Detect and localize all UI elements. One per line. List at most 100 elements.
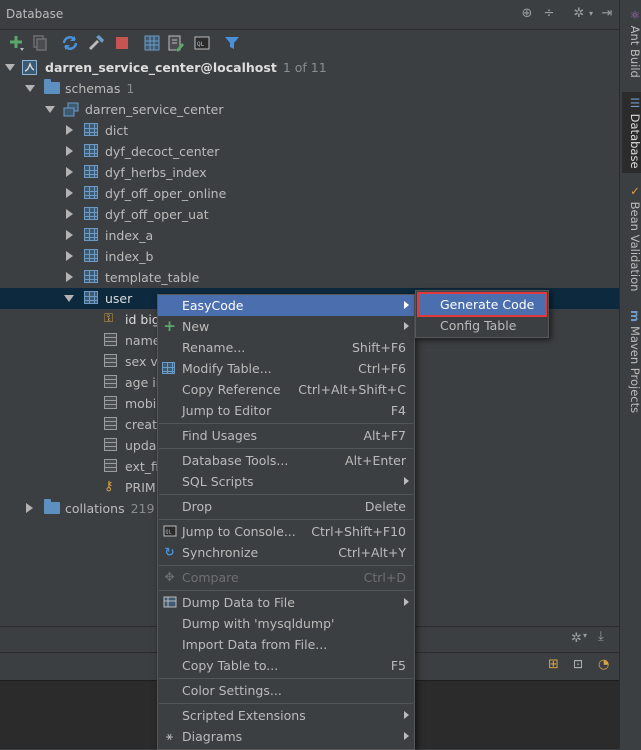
menu-item-sql-scripts[interactable]: SQL Scripts (158, 471, 414, 492)
properties-icon[interactable] (86, 33, 106, 53)
submenu-arrow-icon (404, 598, 409, 606)
menu-item-copy-reference[interactable]: Copy Reference Ctrl+Alt+Shift+C (158, 379, 414, 400)
expand-arrow-icon[interactable] (66, 230, 73, 240)
expand-arrow-icon[interactable] (25, 85, 35, 92)
menu-separator (159, 590, 413, 591)
menu-shortcut: Ctrl+Alt+Y (338, 545, 406, 560)
gear-icon[interactable]: ✲ (571, 631, 582, 646)
table-icon (84, 186, 98, 199)
menu-item-database-tools[interactable]: Database Tools... Alt+Enter (158, 450, 414, 471)
chevron-down-icon[interactable]: ▾ (583, 631, 587, 640)
menu-item-config-table[interactable]: Config Table (419, 315, 545, 336)
tool-tab-maven-projects[interactable]: m Maven Projects (622, 306, 641, 417)
tree-node-connection[interactable]: darren_service_center@localhost 1 of 11 (0, 57, 619, 78)
tool-tab-bean-validation[interactable]: ✓ Bean Validation (622, 180, 641, 295)
tree-node-schemas[interactable]: schemas 1 (0, 78, 619, 99)
menu-item-dump-data[interactable]: Dump Data to File (158, 592, 414, 613)
tool-tab-database[interactable]: ☰ Database (622, 92, 641, 173)
tree-node-table[interactable]: dyf_decoct_center (0, 141, 619, 162)
menu-item-color-settings[interactable]: Color Settings... (158, 680, 414, 701)
menu-shortcut: Alt+F7 (363, 428, 406, 443)
console-icon[interactable]: ⊡ (573, 657, 583, 671)
expand-arrow-icon[interactable] (66, 251, 73, 261)
add-icon[interactable] (6, 33, 26, 53)
gauge-icon[interactable]: ◔ (598, 657, 609, 672)
menu-item-import-data[interactable]: Import Data from File... (158, 634, 414, 655)
expand-arrow-icon[interactable] (66, 188, 73, 198)
tree-node-table[interactable]: dyf_off_oper_uat (0, 204, 619, 225)
menu-item-compare[interactable]: ✥ Compare Ctrl+D (158, 567, 414, 588)
tree-node-table[interactable]: index_a (0, 225, 619, 246)
folder-icon (44, 499, 60, 514)
expand-arrow-icon[interactable] (45, 106, 55, 113)
table-label: index_b (105, 249, 154, 264)
menu-item-easycode[interactable]: EasyCode (158, 295, 414, 316)
chevron-down-icon[interactable]: ▾ (583, 6, 599, 22)
tree-node-table[interactable]: dyf_herbs_index (0, 162, 619, 183)
plus-icon: + (163, 317, 176, 335)
compare-icon: ✥ (164, 570, 175, 584)
menu-item-jump-to-console[interactable]: QL Jump to Console... Ctrl+Shift+F10 (158, 521, 414, 542)
menu-item-label: Modify Table... (182, 361, 272, 376)
expand-arrow-icon[interactable] (66, 209, 73, 219)
table-label: dyf_decoct_center (105, 144, 220, 159)
table-view-icon[interactable] (142, 33, 162, 53)
menu-item-new[interactable]: + New (158, 316, 414, 337)
structure-icon[interactable]: ⊞ (548, 657, 559, 672)
hide-icon[interactable]: ⇥ (599, 6, 615, 22)
right-tool-strip: ⚛ Ant Build ☰ Database ✓ Bean Validation… (619, 0, 641, 748)
ant-icon: ⚛ (628, 8, 641, 26)
menu-item-label: Rename... (182, 340, 246, 355)
expand-arrow-icon[interactable] (64, 295, 74, 302)
menu-shortcut: Ctrl+Alt+Shift+C (298, 382, 406, 397)
menu-separator (159, 678, 413, 679)
menu-item-scripted-extensions[interactable]: Scripted Extensions (158, 705, 414, 726)
table-label: template_table (105, 270, 200, 285)
tool-tab-ant-build[interactable]: ⚛ Ant Build (622, 4, 641, 82)
menu-item-generate-code[interactable]: Generate Code (417, 292, 547, 317)
menu-item-label: Synchronize (182, 545, 259, 560)
column-icon (104, 396, 117, 409)
menu-item-copy-table[interactable]: Copy Table to... F5 (158, 655, 414, 676)
menu-shortcut: F5 (390, 658, 406, 673)
tree-node-table[interactable]: template_table (0, 267, 619, 288)
refresh-icon[interactable] (60, 33, 80, 53)
collapse-icon[interactable]: ÷ (541, 6, 557, 22)
tree-node-schema[interactable]: darren_service_center (0, 99, 619, 120)
expand-arrow-icon[interactable] (66, 272, 73, 282)
panel-title-bar: Database ⊕ ÷ ✲ ▾ ⇥ (0, 0, 619, 30)
menu-item-drop[interactable]: Drop Delete (158, 496, 414, 517)
key-icon: ⚷ (104, 479, 114, 494)
copy-icon[interactable] (30, 33, 50, 53)
table-label: index_a (105, 228, 154, 243)
expand-arrow-icon[interactable] (66, 167, 73, 177)
console-icon[interactable]: QL (192, 33, 212, 53)
column-label: name (125, 333, 161, 348)
menu-item-jump-to-editor[interactable]: Jump to Editor F4 (158, 400, 414, 421)
tree-node-table[interactable]: index_b (0, 246, 619, 267)
table-icon (84, 249, 98, 262)
menu-item-diagrams[interactable]: ⚹ Diagrams (158, 726, 414, 747)
folder-icon (44, 79, 60, 94)
expand-arrow-icon[interactable] (66, 125, 73, 135)
menu-item-rename[interactable]: Rename... Shift+F6 (158, 337, 414, 358)
menu-item-dump-mysqldump[interactable]: Dump with 'mysqldump' (158, 613, 414, 634)
expand-arrow-icon[interactable] (26, 503, 33, 513)
expand-arrow-icon[interactable] (66, 146, 73, 156)
filter-icon[interactable] (222, 33, 242, 53)
globe-icon[interactable]: ⊕ (519, 6, 535, 22)
menu-item-modify-table[interactable]: Modify Table... Ctrl+F6 (158, 358, 414, 379)
expand-arrow-icon[interactable] (5, 64, 15, 71)
schema-label: darren_service_center (85, 102, 224, 117)
menu-item-label: Scripted Extensions (182, 708, 306, 723)
edit-source-icon[interactable] (166, 33, 186, 53)
stop-icon[interactable] (112, 33, 132, 53)
menu-item-synchronize[interactable]: ↻ Synchronize Ctrl+Alt+Y (158, 542, 414, 563)
tree-node-table[interactable]: dict (0, 120, 619, 141)
menu-item-find-usages[interactable]: Find Usages Alt+F7 (158, 425, 414, 446)
submenu-arrow-icon (404, 301, 409, 309)
tree-node-table[interactable]: dyf_off_oper_online (0, 183, 619, 204)
refresh-icon: ↻ (164, 545, 175, 559)
column-label: mobil (125, 396, 160, 411)
download-icon[interactable]: ⤓ (598, 629, 604, 644)
